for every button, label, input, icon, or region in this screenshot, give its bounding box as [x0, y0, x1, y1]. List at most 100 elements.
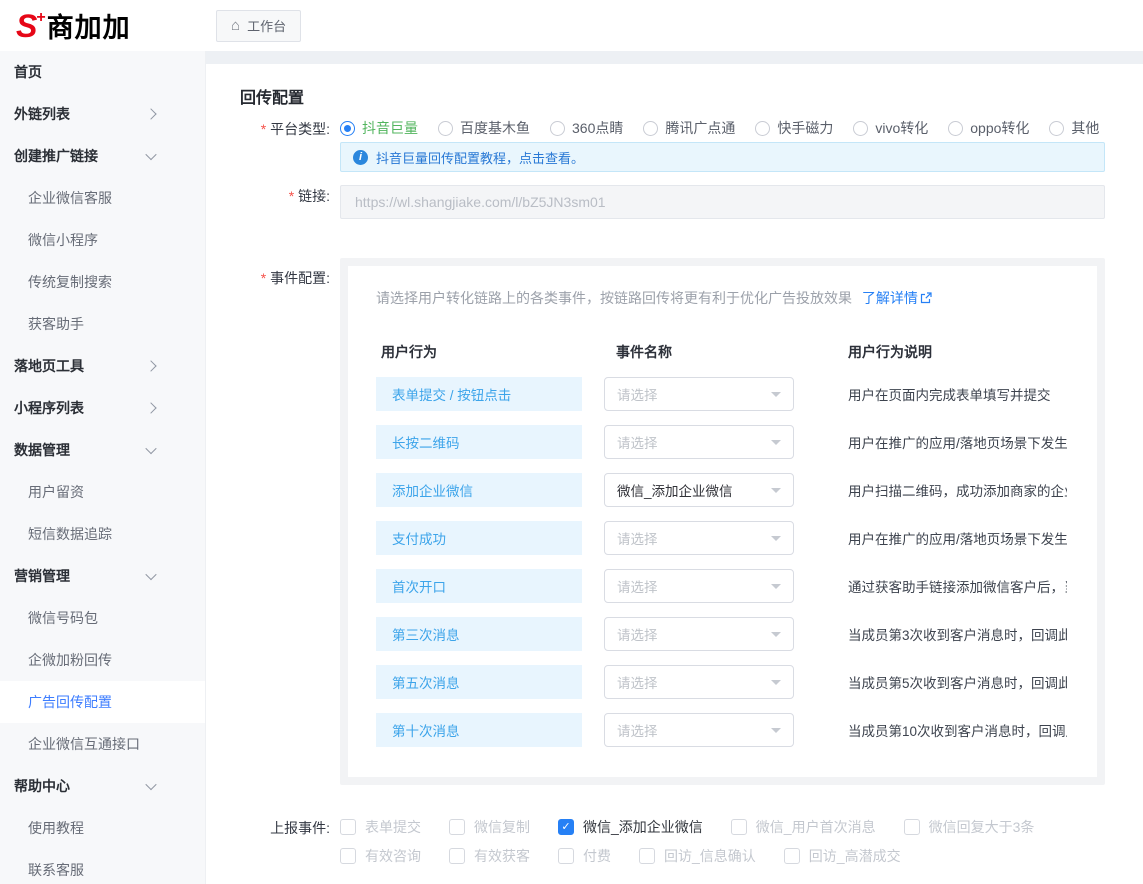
platform-radio-group: 抖音巨量 百度基木鱼 360点睛 腾讯广点通 [340, 118, 1105, 138]
report-checkbox[interactable]: 付费 [558, 846, 611, 866]
report-checkbox[interactable]: 有效获客 [449, 846, 530, 866]
radio-icon [550, 121, 565, 136]
behavior-chip[interactable]: 表单提交 / 按钮点击 [376, 377, 582, 411]
behavior-chip[interactable]: 第十次消息 [376, 713, 582, 747]
chevron-down-icon [771, 440, 781, 450]
sidebar-item[interactable]: 外链列表 [0, 93, 205, 135]
sidebar-item-label: 传统复制搜索 [28, 272, 155, 292]
report-checkbox[interactable]: 有效咨询 [340, 846, 421, 866]
behavior-chip[interactable]: 添加企业微信 [376, 473, 582, 507]
sidebar-item-label: 首页 [14, 62, 155, 82]
report-checkbox[interactable]: 微信复制 [449, 817, 530, 837]
notice-row: i 抖音巨量回传配置教程，点击查看。 [240, 142, 1105, 172]
event-row: 长按二维码 请选择 用户在推广的应用/落地页场景下发生的... [376, 425, 1067, 459]
event-select[interactable]: 请选择 [604, 425, 794, 459]
tab-workbench[interactable]: ⌂ 工作台 [216, 10, 301, 42]
report-checkbox[interactable]: 回访_高潜成交 [784, 846, 901, 866]
behavior-chip[interactable]: 第五次消息 [376, 665, 582, 699]
behavior-chip-label: 第五次消息 [392, 672, 460, 692]
checkbox-icon [449, 848, 465, 864]
platform-radio-option[interactable]: 腾讯广点通 [643, 118, 735, 138]
event-row: 第三次消息 请选择 当成员第3次收到客户消息时，回调此事... [376, 617, 1067, 651]
event-select-value: 请选择 [617, 672, 771, 692]
sidebar-item[interactable]: 小程序列表 [0, 387, 205, 429]
report-checkbox[interactable]: 微信_用户首次消息 [731, 817, 876, 837]
link-input[interactable] [340, 185, 1105, 219]
radio-icon [853, 121, 868, 136]
behavior-chip[interactable]: 支付成功 [376, 521, 582, 555]
event-select[interactable]: 请选择 [604, 713, 794, 747]
event-select[interactable]: 微信_添加企业微信 [604, 473, 794, 507]
sidebar-item[interactable]: 落地页工具 [0, 345, 205, 387]
checkbox-label: 表单提交 [365, 817, 421, 837]
sidebar-item[interactable]: 企微加粉回传 [0, 639, 205, 681]
sidebar-item-label: 使用教程 [28, 818, 155, 838]
radio-icon [438, 121, 453, 136]
report-label: 上报事件: [240, 817, 330, 838]
radio-label: 快手磁力 [777, 118, 833, 138]
event-select[interactable]: 请选择 [604, 569, 794, 603]
chevron-icon [145, 443, 156, 454]
brand-icon: S+ [16, 10, 45, 42]
radio-label: 抖音巨量 [362, 118, 418, 138]
behavior-chip-label: 长按二维码 [392, 432, 460, 452]
event-row: 支付成功 请选择 用户在推广的应用/落地页场景下发生交... [376, 521, 1067, 555]
sidebar-item[interactable]: 广告回传配置 [0, 681, 205, 723]
sidebar-item[interactable]: 企业微信互通接口 [0, 723, 205, 765]
sidebar-item[interactable]: 短信数据追踪 [0, 513, 205, 555]
platform-radio-option[interactable]: 抖音巨量 [340, 118, 418, 138]
checkbox-label: 微信_添加企业微信 [583, 817, 703, 837]
event-select[interactable]: 请选择 [604, 521, 794, 555]
radio-icon [340, 121, 355, 136]
sidebar-item[interactable]: 首页 [0, 51, 205, 93]
checkbox-icon [639, 848, 655, 864]
platform-radio-option[interactable]: 360点睛 [550, 118, 623, 138]
report-checkbox[interactable]: 回访_信息确认 [639, 846, 756, 866]
chevron-icon [145, 779, 156, 790]
sidebar-item[interactable]: 数据管理 [0, 429, 205, 471]
sidebar-item[interactable]: 微信号码包 [0, 597, 205, 639]
report-row: 上报事件: 表单提交 微信复制 [240, 817, 1105, 866]
sidebar-item[interactable]: 传统复制搜索 [0, 261, 205, 303]
event-row: 第十次消息 请选择 当成员第10次收到客户消息时，回调此事... [376, 713, 1067, 747]
platform-row: 平台类型: 抖音巨量 百度基木鱼 360点睛 [240, 118, 1105, 142]
report-checkbox[interactable]: 微信回复大于3条 [904, 817, 1035, 837]
sidebar-item-label: 营销管理 [14, 566, 147, 586]
sidebar-item[interactable]: 创建推广链接 [0, 135, 205, 177]
behavior-description: 用户在推广的应用/落地页场景下发生交... [848, 528, 1067, 548]
sidebar-item[interactable]: 微信小程序 [0, 219, 205, 261]
sidebar-item[interactable]: 使用教程 [0, 807, 205, 849]
sidebar-item[interactable]: 企业微信客服 [0, 177, 205, 219]
sidebar-item-label: 微信号码包 [28, 608, 155, 628]
chevron-icon [145, 360, 156, 371]
event-select[interactable]: 请选择 [604, 665, 794, 699]
event-row: 表单提交 / 按钮点击 请选择 用户在页面内完成表单填写并提交 [376, 377, 1067, 411]
radio-icon [643, 121, 658, 136]
sidebar-item[interactable]: 营销管理 [0, 555, 205, 597]
content-card: 回传配置 平台类型: 抖音巨量 百度基木鱼 [206, 64, 1143, 884]
tutorial-link[interactable]: 抖音巨量回传配置教程，点击查看。 [376, 148, 584, 167]
radio-label: 360点睛 [572, 118, 623, 138]
report-checkbox[interactable]: 表单提交 [340, 817, 421, 837]
platform-radio-option[interactable]: vivo转化 [853, 118, 928, 138]
sidebar-item-label: 帮助中心 [14, 776, 147, 796]
event-row: 添加企业微信 微信_添加企业微信 用户扫描二维码，成功添加商家的企业微信 [376, 473, 1067, 507]
platform-radio-option[interactable]: 快手磁力 [755, 118, 833, 138]
report-checkbox[interactable]: 微信_添加企业微信 [558, 817, 703, 837]
event-select[interactable]: 请选择 [604, 617, 794, 651]
platform-radio-option[interactable]: oppo转化 [948, 118, 1029, 138]
page-title: 回传配置 [240, 84, 1105, 106]
learn-more-link[interactable]: 了解详情 [862, 290, 932, 306]
platform-radio-option[interactable]: 其他 [1049, 118, 1099, 138]
chevron-icon [145, 108, 156, 119]
sidebar-item[interactable]: 获客助手 [0, 303, 205, 345]
event-select[interactable]: 请选择 [604, 377, 794, 411]
platform-radio-option[interactable]: 百度基木鱼 [438, 118, 530, 138]
checkbox-label: 微信_用户首次消息 [756, 817, 876, 837]
behavior-chip[interactable]: 长按二维码 [376, 425, 582, 459]
sidebar-item[interactable]: 联系客服 [0, 849, 205, 884]
behavior-chip[interactable]: 首次开口 [376, 569, 582, 603]
behavior-chip[interactable]: 第三次消息 [376, 617, 582, 651]
sidebar-item[interactable]: 帮助中心 [0, 765, 205, 807]
sidebar-item[interactable]: 用户留资 [0, 471, 205, 513]
